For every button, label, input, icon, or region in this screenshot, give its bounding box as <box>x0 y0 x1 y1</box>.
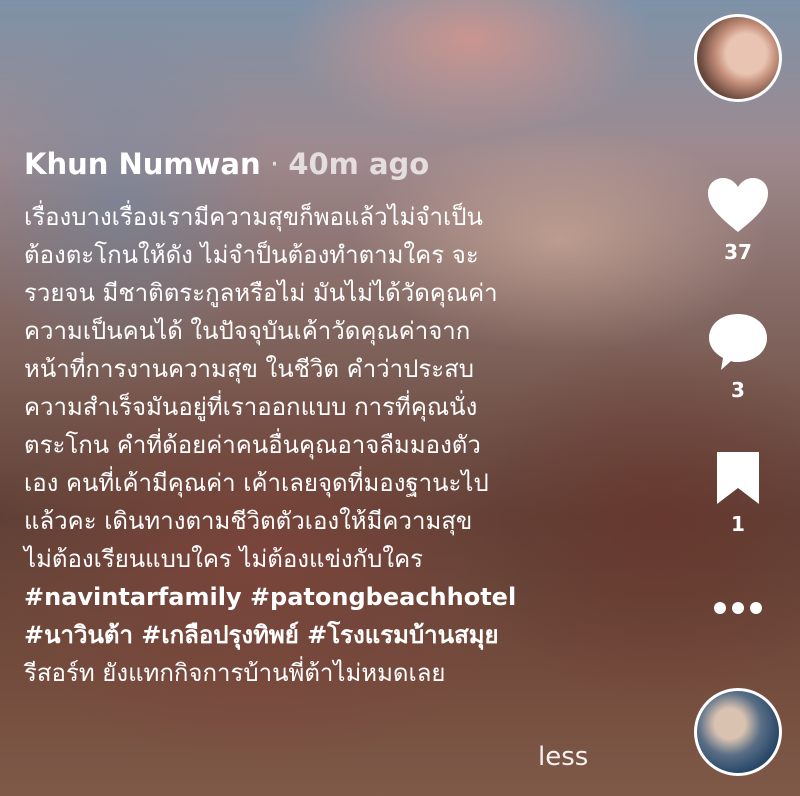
comment-bubble-icon <box>709 314 767 370</box>
less-button[interactable]: less <box>538 742 588 772</box>
post-header: Khun Numwan · 40m ago <box>24 146 624 182</box>
comment-button[interactable]: 3 <box>698 312 778 402</box>
caption-line: รีสอร์ท ยังแทกกิจการบ้านพี่ต้าไม่หมดเลย <box>24 659 446 687</box>
caption-line: หน้าที่การงานความสุข ในชีวิต คำว่าประสบ <box>24 355 475 383</box>
caption-line: ไม่ต้องเรียนแบบใคร ไม่ต้องแข่งกับใคร <box>24 545 424 573</box>
caption-text: เรื่องบางเรื่องเรามีความสุขก็พอแล้วไม่จำ… <box>24 198 624 692</box>
author-name[interactable]: Khun Numwan <box>24 147 261 181</box>
header-separator: · <box>269 147 280 181</box>
hashtag-line[interactable]: #นาวินต้า #เกลือปรุงทิพย์ #โรงแรมบ้านสมุ… <box>24 616 624 654</box>
like-count: 37 <box>724 240 752 264</box>
post-time: 40m ago <box>288 147 430 181</box>
caption-line: ความสำเร็จมันอยู่ที่เราออกแบบ การที่คุณน… <box>24 393 478 421</box>
like-button[interactable]: 37 <box>698 176 778 264</box>
caption-line: ตระโกน คำที่ด้อยค่าคนอื่นคุณอาจลืมมองตัว <box>24 431 481 459</box>
caption-line: แล้วคะ เดินทางตามชีวิตตัวเองให้มีความสุข <box>24 507 473 535</box>
caption-line: เรื่องบางเรื่องเรามีความสุขก็พอแล้วไม่จำ… <box>24 203 483 231</box>
caption-line: ต้องตะโกนให้ดัง ไม่จำป็นต้องทำตามใคร จะ <box>24 241 479 269</box>
comment-count: 3 <box>731 378 745 402</box>
author-avatar[interactable] <box>694 14 782 102</box>
post-caption: Khun Numwan · 40m ago เรื่องบางเรื่องเรา… <box>24 146 624 692</box>
caption-line: รวยจน มีชาติตระกูลหรือไม่ มันไม่ได้วัดคุ… <box>24 279 498 307</box>
save-count: 1 <box>731 512 745 536</box>
save-button[interactable]: 1 <box>698 450 778 536</box>
sound-avatar[interactable] <box>694 688 782 776</box>
bookmark-icon <box>717 452 759 504</box>
heart-icon <box>708 178 768 232</box>
hashtag-line[interactable]: #navintarfamily #patongbeachhotel <box>24 578 624 616</box>
more-dots-icon[interactable] <box>712 598 764 618</box>
caption-line: ความเป็นคนได้ ในปัจจุบันเค้าวัดคุณค่าจาก <box>24 317 471 345</box>
caption-line: เอง คนที่เค้ามีคุณค่า เค้าเลยจุดที่มองฐา… <box>24 469 489 497</box>
